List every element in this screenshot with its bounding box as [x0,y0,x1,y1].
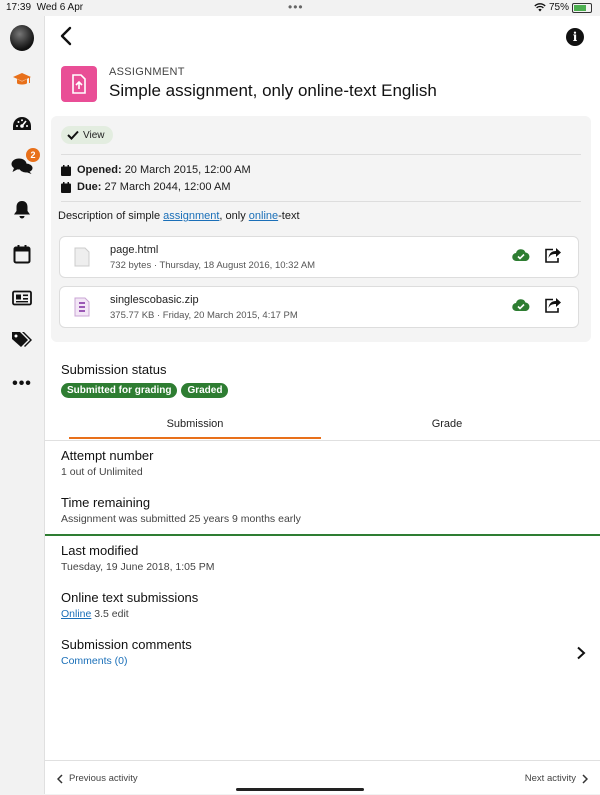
assignment-module-icon [61,66,97,102]
top-bar: i [45,16,600,56]
time-remaining-value: Assignment was submitted 25 years 9 mont… [61,513,301,525]
attempt-number-value: 1 out of Unlimited [61,466,143,478]
status-right: 75% [534,2,592,13]
file-name: singlescobasic.zip [110,294,199,306]
file-icon [74,247,90,267]
file-meta: 732 bytes · Thursday, 18 August 2016, 10… [110,260,316,271]
bell-icon [14,201,30,219]
sidebar-item-grades[interactable] [10,286,34,310]
archive-icon [74,297,90,317]
battery-icon [572,2,592,13]
sidebar-item-courses[interactable] [10,68,34,92]
module-type-label: ASSIGNMENT [109,66,185,78]
activity-header: ASSIGNMENT Simple assignment, only onlin… [61,66,581,106]
calendar-icon [61,181,71,193]
chevron-right-icon [582,773,588,784]
calendar-icon [61,164,71,176]
online-text-value: Online 3.5 edit [61,608,129,620]
tab-submission[interactable]: Submission [69,408,321,440]
back-icon[interactable] [57,24,77,48]
online-text-title: Online text submissions [61,590,199,605]
next-activity-label: Next activity [524,773,576,784]
online-text-link[interactable]: Online [61,608,91,620]
tab-grade[interactable]: Grade [321,408,573,440]
submission-comments-title: Submission comments [61,637,192,652]
due-date: Due: 27 March 2044, 12:00 AM [61,181,230,193]
attempt-number-title: Attempt number [61,448,154,463]
sidebar-item-tags[interactable] [10,328,34,352]
view-completion-badge: View [61,126,113,144]
check-icon [67,130,79,140]
tags-icon [12,332,32,347]
grades-card-icon [12,290,32,306]
file-item[interactable]: page.html 732 bytes · Thursday, 18 Augus… [59,236,579,278]
next-activity-button[interactable]: Next activity [525,773,588,784]
status-badge: Submitted for grading [61,383,178,398]
sidebar-item-messages[interactable]: 2 [10,148,40,178]
wifi-icon [534,3,546,12]
status-badge: Graded [181,383,229,398]
view-label: View [83,129,105,141]
battery-percent: 75% [548,2,569,13]
chevron-right-icon[interactable] [576,646,586,660]
sidebar-item-dashboard[interactable] [10,112,34,136]
submission-status-title: Submission status [61,362,167,377]
status-badges: Submitted for grading Graded [61,380,232,398]
online-link[interactable]: online [249,210,278,222]
home-indicator[interactable] [236,788,364,791]
assignment-link[interactable]: assignment [163,210,219,222]
dashboard-icon [13,117,31,130]
multitask-dots-icon[interactable]: ••• [288,0,304,14]
file-meta: 375.77 KB · Friday, 20 March 2015, 4:17 … [110,310,298,321]
previous-activity-label: Previous activity [69,773,138,784]
share-icon[interactable] [544,297,562,313]
activity-description: Description of simple assignment, only o… [58,210,300,222]
messages-badge: 2 [26,148,40,162]
cloud-check-icon [512,299,530,312]
info-icon[interactable]: i [566,28,584,46]
cloud-check-icon [512,249,530,262]
sidebar-item-calendar[interactable] [10,242,34,266]
status-time: 17:39 Wed 6 Apr [6,2,84,13]
graduation-cap-icon [13,73,31,85]
opened-date: Opened: 20 March 2015, 12:00 AM [61,164,251,176]
active-tab-indicator [69,437,321,439]
file-item[interactable]: singlescobasic.zip 375.77 KB · Friday, 2… [59,286,579,328]
page-title: Simple assignment, only online-text Engl… [109,81,437,100]
time-remaining-title: Time remaining [61,495,151,510]
file-name: page.html [110,244,159,256]
sidebar: 2 ••• [0,16,45,794]
sidebar-avatar[interactable] [10,25,34,51]
divider [61,154,581,155]
last-modified-value: Tuesday, 19 June 2018, 1:05 PM [61,561,215,573]
status-bar: 17:39 Wed 6 Apr ••• 75% [0,0,600,16]
more-icon: ••• [12,375,32,392]
calendar-icon [13,245,31,264]
activity-info-card: View Opened: 20 March 2015, 12:00 AM Due… [51,116,591,342]
share-icon[interactable] [544,247,562,263]
divider [45,534,600,536]
previous-activity-button[interactable]: Previous activity [57,773,138,784]
chevron-left-icon [57,773,63,784]
divider [61,201,581,202]
avatar[interactable] [10,25,34,51]
last-modified-title: Last modified [61,543,139,558]
sidebar-item-more[interactable]: ••• [10,372,34,396]
sidebar-item-notifications[interactable] [10,198,34,222]
comments-link[interactable]: Comments (0) [61,655,128,667]
main-content: i ASSIGNMENT Simple assignment, only onl… [45,16,600,794]
